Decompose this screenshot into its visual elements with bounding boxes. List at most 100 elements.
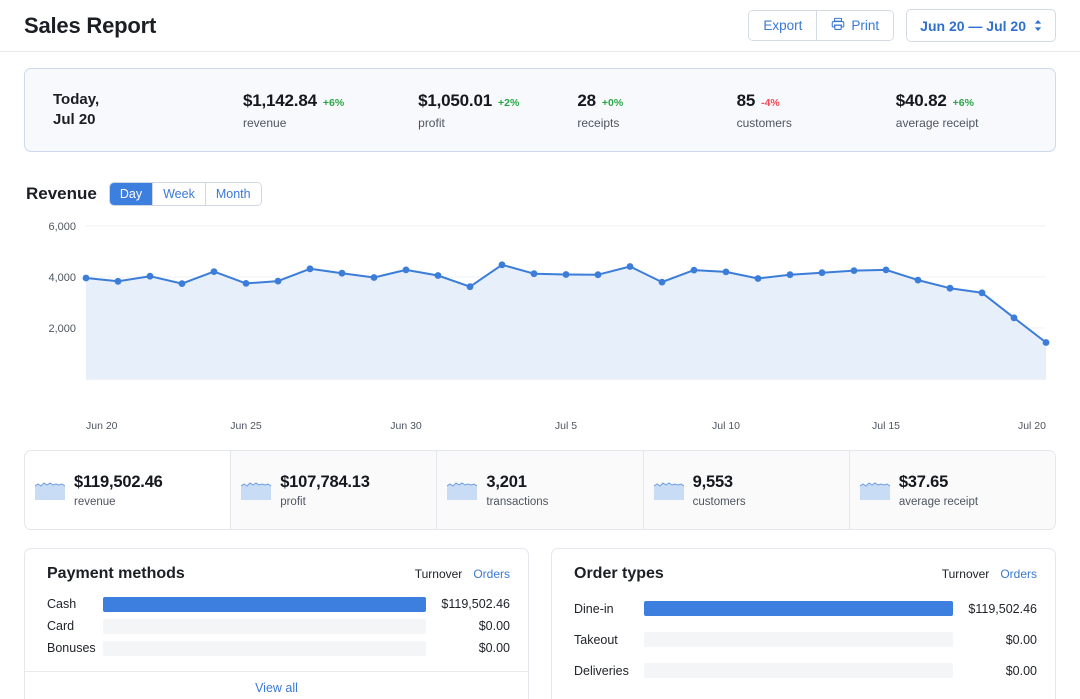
today-label-line2: Jul 20 (53, 110, 243, 130)
today-label: Today, Jul 20 (25, 90, 243, 131)
header-actions: Export Print Jun 20 — Jul 20 (748, 9, 1056, 42)
svg-text:2,000: 2,000 (48, 323, 76, 335)
total-value: $107,784.13 (280, 473, 370, 492)
sparkline-icon (241, 480, 271, 500)
row-label: Cash (47, 597, 103, 611)
toggle-orders[interactable]: Orders (473, 567, 510, 581)
print-button-label: Print (851, 18, 879, 33)
kpi-revenue: $1,142.84 +6% revenue (243, 91, 418, 130)
x-axis-tick-label: Jun 20 (86, 420, 118, 432)
today-label-line1: Today, (53, 90, 243, 110)
kpi-value: $1,142.84 (243, 91, 317, 111)
total-caption: transactions (486, 496, 548, 508)
row-bar-fill (103, 597, 426, 612)
bottom-panels: Payment methods Turnover Orders Cash $11… (24, 548, 1056, 699)
kpi-caption: receipts (577, 116, 736, 130)
row-value: $119,502.46 (426, 597, 510, 611)
list-item: Card $0.00 (47, 615, 510, 637)
svg-text:4,000: 4,000 (48, 272, 76, 284)
date-range-picker[interactable]: Jun 20 — Jul 20 (906, 9, 1056, 42)
print-button[interactable]: Print (816, 11, 893, 40)
total-value: $119,502.46 (74, 473, 163, 492)
kpi-delta: +6% (323, 97, 344, 109)
row-bar (103, 619, 426, 634)
revenue-granularity-tabs: Day Week Month (109, 182, 262, 206)
today-kpi-list: $1,142.84 +6% revenue $1,050.01 +2% prof… (243, 91, 1055, 130)
x-axis-tick-label: Jul 20 (1018, 420, 1046, 432)
date-range-value: Jun 20 — Jul 20 (920, 18, 1026, 34)
row-value: $119,502.46 (953, 602, 1037, 616)
row-bar (644, 632, 953, 647)
tab-day[interactable]: Day (110, 183, 152, 205)
toggle-turnover[interactable]: Turnover (415, 567, 463, 581)
sparkline-icon (447, 480, 477, 500)
row-bar-fill (644, 601, 953, 616)
total-value: 9,553 (693, 473, 746, 492)
payment-methods-metric-toggle: Turnover Orders (415, 567, 510, 583)
payment-methods-header: Payment methods Turnover Orders (25, 549, 528, 585)
kpi-customers: 85 -4% customers (737, 91, 896, 130)
row-value: $0.00 (953, 633, 1037, 647)
x-axis-tick-label: Jul 15 (872, 420, 900, 432)
export-button-label: Export (763, 18, 802, 33)
revenue-header: Revenue Day Week Month (26, 182, 1080, 206)
row-value: $0.00 (953, 664, 1037, 678)
kpi-delta: +2% (498, 97, 519, 109)
sparkline-icon (860, 480, 890, 500)
total-customers: 9,553 customers (643, 451, 849, 529)
row-bar (103, 597, 426, 612)
total-profit: $107,784.13 profit (230, 451, 436, 529)
revenue-title: Revenue (26, 184, 97, 204)
tab-month[interactable]: Month (205, 183, 261, 205)
app-header: Sales Report Export Print Jun 20 — Jul 2… (0, 0, 1080, 52)
list-item: Cash $119,502.46 (47, 593, 510, 615)
total-caption: customers (693, 496, 746, 508)
row-bar (644, 663, 953, 678)
total-revenue: $119,502.46 revenue (25, 451, 230, 529)
payment-methods-rows: Cash $119,502.46 Card $0.00 Bonuses $0.0… (25, 585, 528, 671)
kpi-caption: revenue (243, 116, 418, 130)
row-value: $0.00 (426, 641, 510, 655)
x-axis-tick-label: Jun 25 (230, 420, 262, 432)
kpi-value: 85 (737, 91, 756, 111)
payment-methods-view-all[interactable]: View all (25, 671, 528, 699)
kpi-value: $40.82 (896, 91, 947, 111)
payment-methods-title: Payment methods (47, 565, 185, 583)
total-value: 3,201 (486, 473, 548, 492)
total-caption: average receipt (899, 496, 978, 508)
total-caption: revenue (74, 496, 163, 508)
kpi-caption: average receipt (896, 116, 1055, 130)
total-caption: profit (280, 496, 370, 508)
total-transactions: 3,201 transactions (436, 451, 642, 529)
toggle-orders[interactable]: Orders (1000, 567, 1037, 581)
order-types-header: Order types Turnover Orders (552, 549, 1055, 585)
x-axis-tick-label: Jun 30 (390, 420, 422, 432)
list-item: Bonuses $0.00 (47, 637, 510, 659)
row-label: Bonuses (47, 641, 103, 655)
kpi-caption: customers (737, 116, 896, 130)
export-button[interactable]: Export (749, 11, 816, 40)
row-label: Deliveries (574, 664, 644, 678)
kpi-delta: -4% (761, 97, 780, 109)
row-value: $0.00 (426, 619, 510, 633)
revenue-chart-x-axis: Jun 20Jun 25Jun 30Jul 5Jul 10Jul 15Jul 2… (24, 420, 1056, 438)
row-label: Card (47, 619, 103, 633)
payment-methods-panel: Payment methods Turnover Orders Cash $11… (24, 548, 529, 699)
row-label: Dine-in (574, 602, 644, 616)
list-item: Dine-in $119,502.46 (574, 593, 1037, 624)
page-title: Sales Report (24, 13, 156, 39)
sparkline-icon (35, 480, 65, 500)
kpi-average-receipt: $40.82 +6% average receipt (896, 91, 1055, 130)
kpi-delta: +0% (602, 97, 623, 109)
period-totals-row: $119,502.46 revenue $107,784.13 profit 3… (24, 450, 1056, 530)
tab-week[interactable]: Week (152, 183, 205, 205)
order-types-metric-toggle: Turnover Orders (942, 567, 1037, 583)
kpi-caption: profit (418, 116, 577, 130)
toggle-turnover[interactable]: Turnover (942, 567, 990, 581)
kpi-value: 28 (577, 91, 596, 111)
printer-icon (831, 17, 845, 34)
export-print-group: Export Print (748, 10, 894, 41)
kpi-receipts: 28 +0% receipts (577, 91, 736, 130)
row-bar (644, 601, 953, 616)
list-item: Takeout $0.00 (574, 624, 1037, 655)
